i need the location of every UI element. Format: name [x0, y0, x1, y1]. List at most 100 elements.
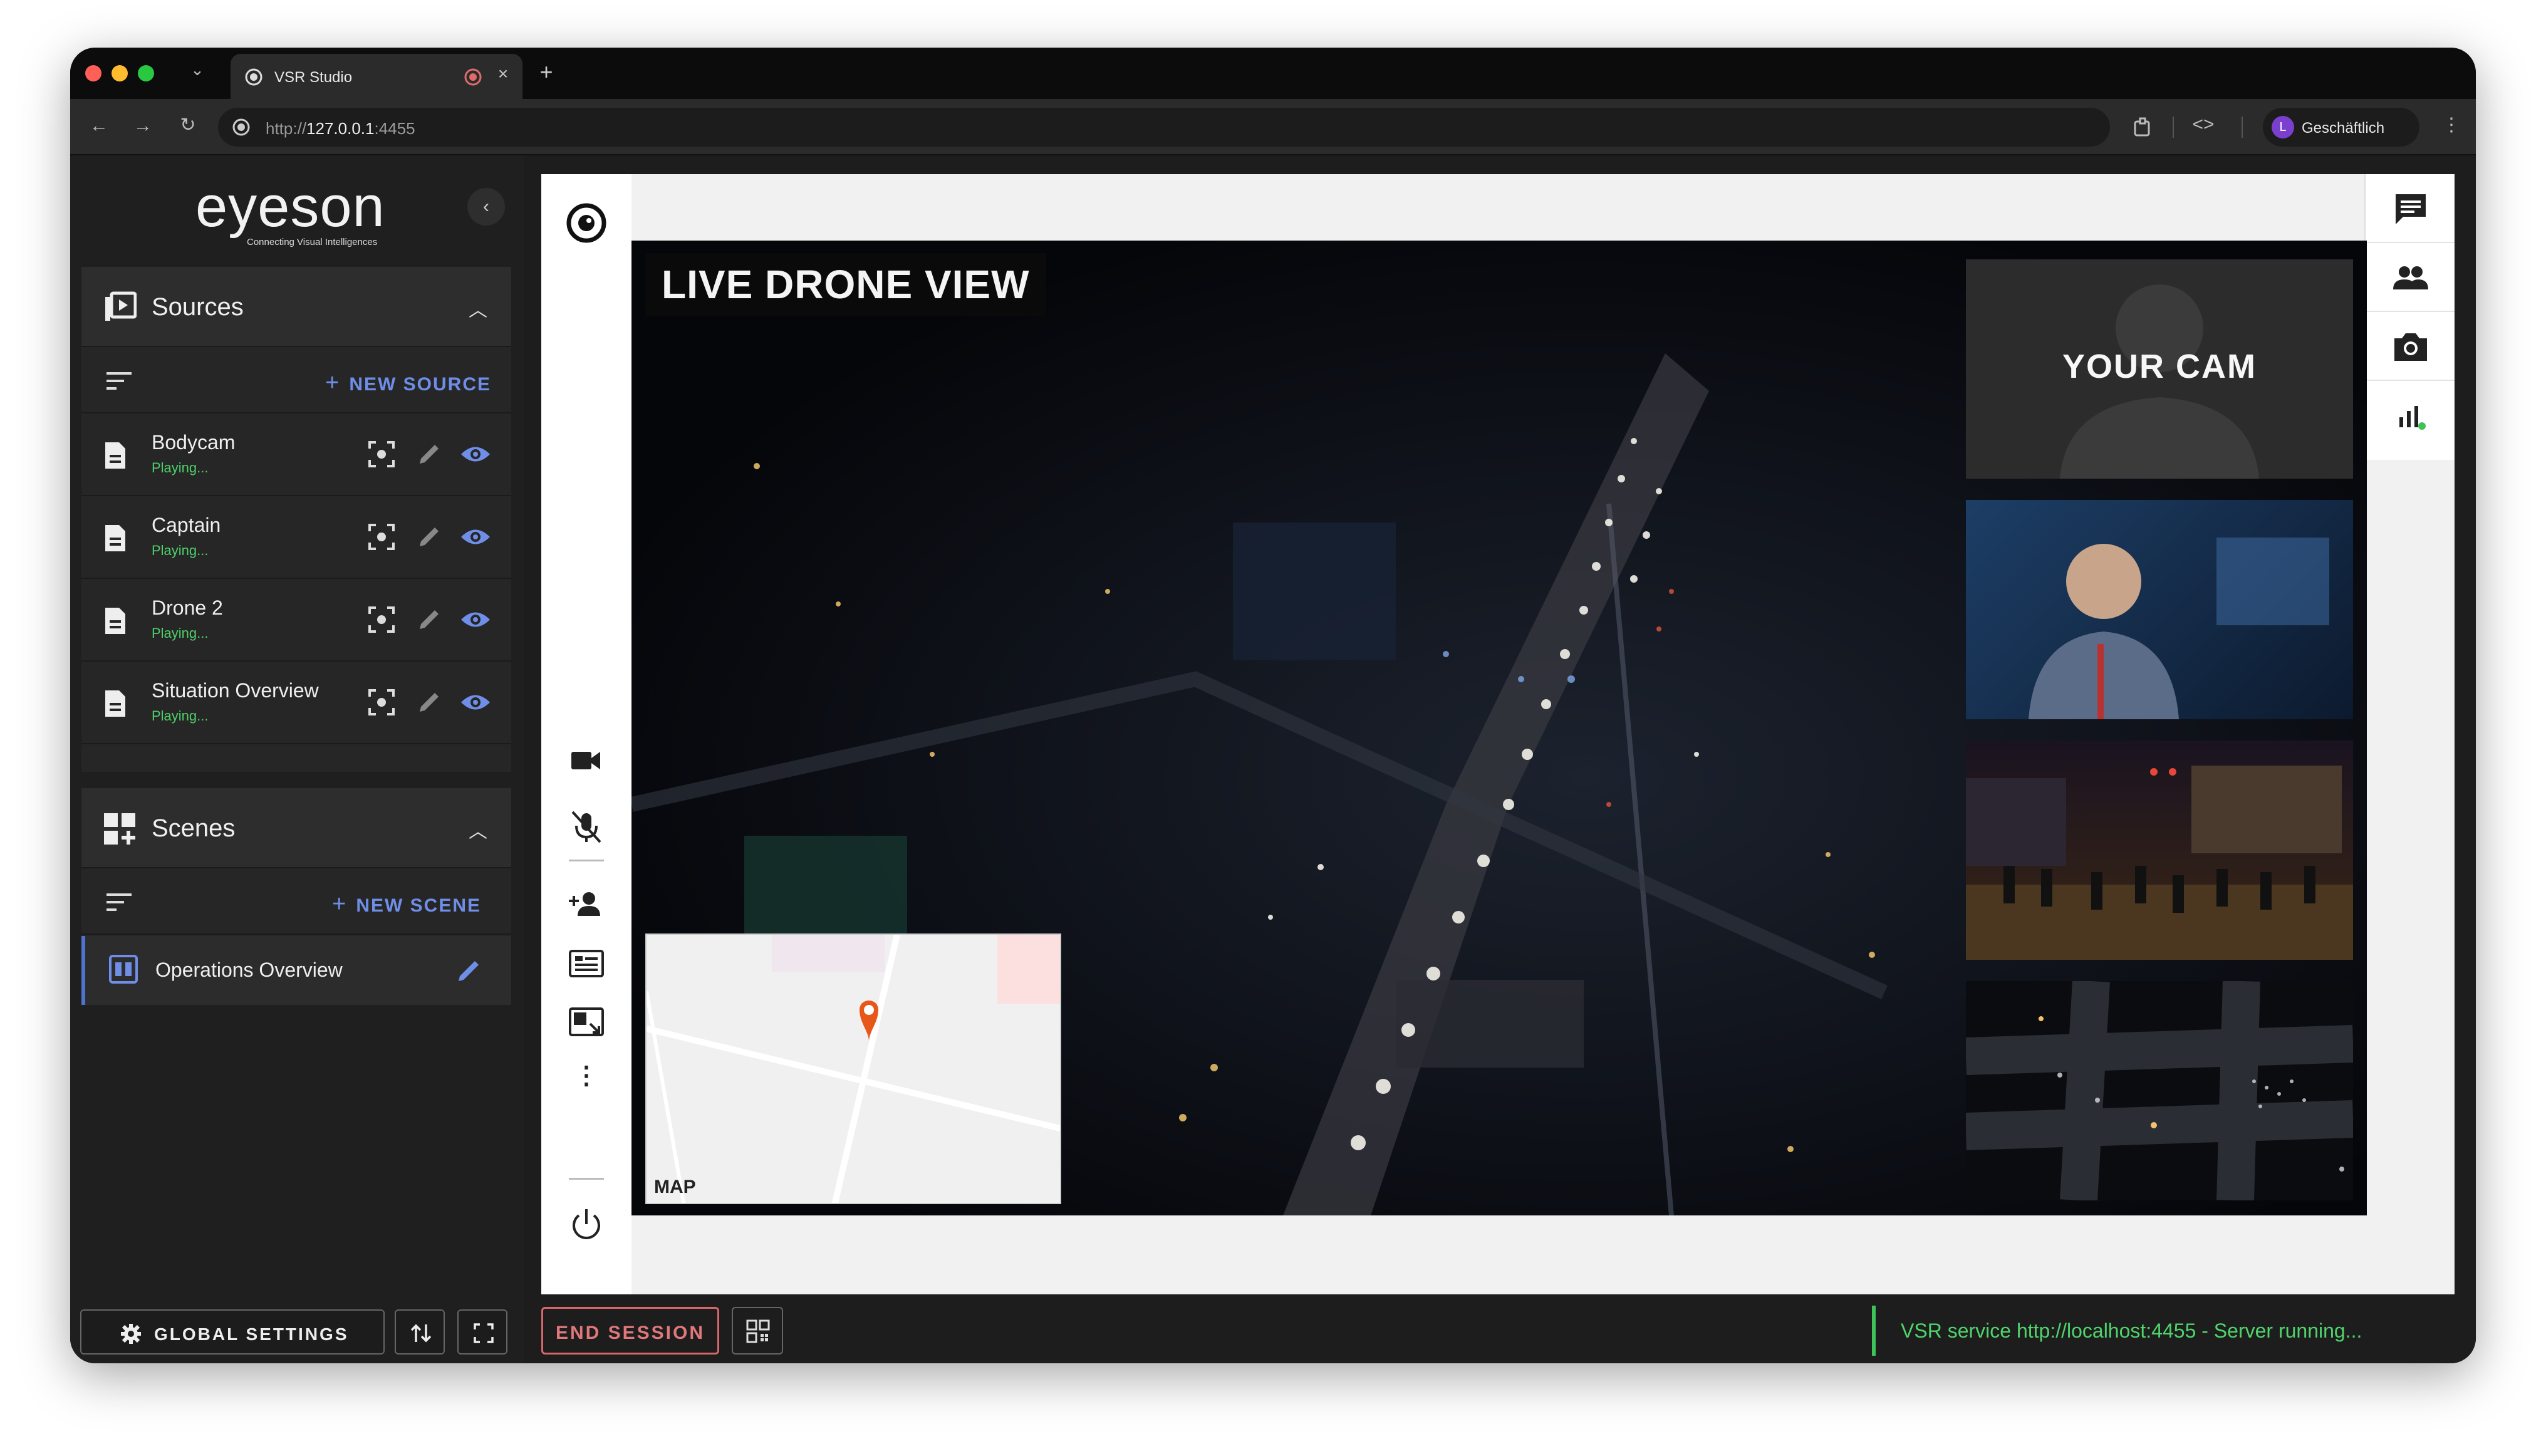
back-icon[interactable]: ← [86, 115, 112, 137]
sidebar: eyeson Connecting Visual Intelligences ‹… [70, 155, 524, 1363]
browser-window: ⌄ VSR Studio × + ← → ↻ http://127.0.0.1:… [70, 48, 2476, 1363]
studio-main: ⋮ LIVE DRONE VIEW MAP YOUR CAM [541, 174, 2455, 1294]
focus-icon[interactable] [367, 688, 396, 717]
address-bar-row: ← → ↻ http://127.0.0.1:4455 <> L Geschäf… [70, 99, 2476, 155]
eyeson-logo-icon [566, 203, 606, 243]
edit-icon[interactable] [455, 956, 484, 985]
your-cam-tile[interactable]: YOUR CAM [1966, 259, 2353, 479]
focus-icon[interactable] [367, 605, 396, 634]
end-session-button[interactable]: END SESSION [541, 1307, 719, 1355]
visibility-icon[interactable] [460, 440, 491, 469]
edit-icon[interactable] [415, 440, 444, 469]
new-scene-button[interactable]: + NEW SCENE [332, 891, 481, 918]
reload-icon[interactable]: ↻ [175, 114, 200, 136]
file-icon [105, 608, 125, 634]
qr-code-icon [746, 1319, 770, 1343]
source-item-drone-2[interactable]: Drone 2 Playing... [81, 580, 511, 662]
minimize-window-button[interactable] [112, 65, 128, 81]
intersection-aerial-video [1966, 981, 2353, 1200]
eyeson-logo: eyeson Connecting Visual Intelligences [195, 174, 385, 247]
sort-icon[interactable] [107, 371, 132, 391]
mic-off-icon[interactable] [564, 804, 609, 850]
eyeson-favicon-icon [245, 68, 262, 86]
power-icon[interactable] [564, 1202, 609, 1247]
source-item-bodycam[interactable]: Bodycam Playing... [81, 415, 511, 496]
edit-icon[interactable] [415, 523, 444, 551]
drone-2-video-tile[interactable] [1966, 981, 2353, 1200]
maximize-window-button[interactable] [138, 65, 154, 81]
close-tab-icon[interactable]: × [494, 64, 512, 84]
qr-code-button[interactable] [732, 1307, 783, 1355]
edit-icon[interactable] [415, 605, 444, 634]
chevron-up-icon[interactable]: ︿ [469, 816, 487, 843]
url-input[interactable]: http://127.0.0.1:4455 [218, 108, 2110, 147]
source-item-situation-overview[interactable]: Situation Overview Playing... [81, 663, 511, 744]
visibility-icon[interactable] [460, 523, 491, 551]
captain-video-tile[interactable] [1966, 741, 2353, 960]
plus-icon: + [332, 891, 348, 917]
camera-snapshot-icon[interactable] [2388, 325, 2433, 370]
browser-tab[interactable]: VSR Studio × [231, 54, 522, 99]
map-tile[interactable]: MAP [645, 933, 1061, 1204]
sort-icon[interactable] [107, 892, 132, 912]
focus-icon[interactable] [367, 440, 396, 469]
file-icon [105, 442, 125, 469]
focus-icon[interactable] [367, 523, 396, 551]
more-options-icon[interactable]: ⋮ [574, 1061, 599, 1090]
add-person-icon[interactable] [564, 882, 609, 927]
new-scene-label: NEW SCENE [356, 895, 481, 916]
tab-list-chevron-icon[interactable]: ⌄ [188, 60, 207, 80]
presentation-icon[interactable] [564, 942, 609, 987]
extensions-icon[interactable] [2131, 117, 2154, 139]
street-crowd-video [1966, 766, 2353, 960]
tab-bar: ⌄ VSR Studio × + [70, 48, 2476, 99]
swap-order-button[interactable] [395, 1309, 445, 1355]
source-name: Captain [152, 514, 221, 536]
source-status: Playing... [152, 708, 209, 724]
url-port: :4455 [374, 119, 415, 138]
source-status: Playing... [152, 625, 209, 641]
file-icon [105, 525, 125, 551]
server-status-text: VSR service http://localhost:4455 - Serv… [1901, 1319, 2362, 1342]
visibility-icon[interactable] [460, 605, 491, 634]
profile-button[interactable]: L Geschäftlich [2263, 108, 2419, 147]
site-info-icon[interactable] [232, 118, 251, 137]
scene-item-operations-overview[interactable]: Operations Overview [81, 936, 511, 1005]
scene-name: Operations Overview [155, 959, 343, 981]
toolbar-divider [2366, 311, 2455, 312]
bodycam-video-tile[interactable] [1966, 500, 2353, 719]
close-window-button[interactable] [85, 65, 101, 81]
dev-tools-icon[interactable]: <> [2188, 114, 2219, 135]
map-label: MAP [654, 1177, 696, 1197]
signal-stats-icon[interactable] [2388, 393, 2433, 439]
toolbar-divider [2366, 242, 2455, 243]
swap-vert-icon [410, 1324, 432, 1343]
collapse-sidebar-button[interactable]: ‹ [467, 188, 505, 226]
video-camera-icon[interactable] [564, 738, 609, 783]
screen-share-icon[interactable] [564, 1001, 609, 1046]
new-tab-icon[interactable]: + [534, 59, 559, 85]
video-stage: LIVE DRONE VIEW MAP YOUR CAM [631, 241, 2367, 1215]
chat-icon[interactable] [2388, 187, 2433, 232]
participants-icon[interactable] [2388, 256, 2433, 301]
sources-header[interactable]: Sources ︿ [81, 267, 511, 347]
your-cam-label: YOUR CAM [2062, 348, 2257, 385]
edit-icon[interactable] [415, 688, 444, 717]
visibility-icon[interactable] [460, 688, 491, 717]
forward-icon[interactable]: → [130, 115, 155, 137]
live-drone-view-label: LIVE DRONE VIEW [645, 253, 1046, 316]
scene-layout-icon [109, 955, 138, 984]
right-toolbar [2364, 174, 2455, 460]
new-source-button[interactable]: + NEW SOURCE [325, 370, 491, 397]
fullscreen-button[interactable] [457, 1309, 507, 1355]
dashboard-customize-icon [104, 813, 135, 845]
left-toolbar: ⋮ [541, 174, 631, 1294]
source-item-captain[interactable]: Captain Playing... [81, 497, 511, 579]
scenes-toolbar: + NEW SCENE [81, 870, 511, 935]
avatar: L [2272, 116, 2294, 138]
scenes-header[interactable]: Scenes ︿ [81, 788, 511, 868]
global-settings-button[interactable]: GLOBAL SETTINGS [80, 1309, 385, 1355]
scenes-panel: Scenes ︿ + NEW SCENE Operations Overview [81, 788, 511, 1005]
chevron-up-icon[interactable]: ︿ [469, 294, 487, 322]
browser-menu-icon[interactable]: ⋮ [2442, 114, 2461, 136]
